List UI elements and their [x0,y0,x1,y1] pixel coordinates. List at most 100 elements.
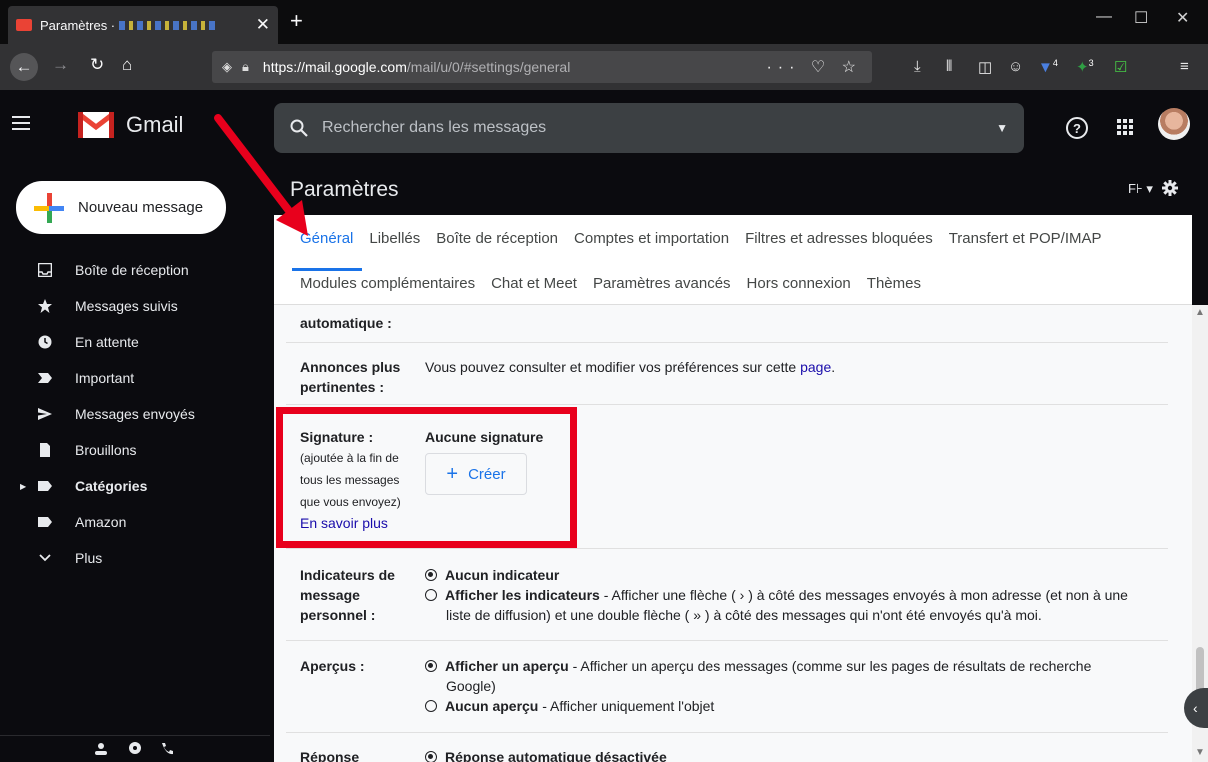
radio-no-preview[interactable]: Aucun aperçu - Afficher uniquement l'obj… [425,696,1165,716]
tab-chat-meet[interactable]: Chat et Meet [491,275,577,292]
setting-label: automatique : [300,315,392,331]
radio-selected-icon [425,660,437,672]
reload-button[interactable]: ↻ [90,55,104,75]
indicator-options: Aucun indicateur Afficher les indicateur… [425,565,1165,625]
setting-row-auto-reply: Réponse Réponse automatique désactivée [286,733,1168,762]
radio-unselected-icon [425,589,437,601]
url-bar[interactable]: ◈ 🔒︎ https://mail.google.com/mail/u/0/#s… [212,51,872,83]
chat-icon[interactable] [128,742,142,756]
search-options-icon[interactable]: ▼ [996,121,1008,135]
sidebar-item-amazon[interactable]: Amazon [0,504,250,540]
ads-page-link[interactable]: page [800,359,831,375]
sidebar-item-inbox[interactable]: Boîte de réception [0,252,250,288]
shield-icon[interactable]: ◈ [222,59,232,75]
tab-title: Paramètres · [40,17,116,33]
main-menu-icon[interactable] [12,116,30,130]
radio-no-indicator[interactable]: Aucun indicateur [425,565,1165,585]
tab-close-icon[interactable]: ✕ [256,15,270,35]
extension-puzzle-icon[interactable]: ✦3 [1076,58,1094,76]
page-title: Paramètres [290,178,399,201]
radio-selected-icon [425,751,437,762]
forward-button[interactable]: → [52,55,69,75]
signature-highlight-box [276,407,577,548]
setting-row-ads: Annonces plus pertinentes : Vous pouvez c… [286,343,1168,405]
tab-forwarding[interactable]: Transfert et POP/IMAP [949,230,1102,247]
setting-label: Indicateurs de message personnel : [300,567,395,623]
minimize-button[interactable]: — [1096,8,1112,26]
browser-tab[interactable]: Paramètres · ✕ [8,6,278,44]
sidebar-item-important[interactable]: Important [0,360,250,396]
star-icon [38,299,52,313]
radio-show-preview[interactable]: Afficher un aperçu - Afficher un aperçu … [425,656,1165,676]
tab-general[interactable]: Général [300,230,353,247]
close-window-button[interactable]: ✕ [1176,8,1189,28]
radio-auto-reply-off[interactable]: Réponse automatique désactivée [425,747,667,762]
ads-description: Vous pouvez consulter et modifier vos pr… [425,359,836,375]
send-icon [38,408,52,420]
phone-icon[interactable] [160,742,174,756]
label-icon [38,517,52,527]
apps-grid-icon[interactable] [1117,119,1133,135]
radio-selected-icon [425,569,437,581]
avatar[interactable] [1158,108,1190,140]
gmail-wordmark[interactable]: Gmail [126,112,183,138]
sidebar-item-starred[interactable]: Messages suivis [0,288,250,324]
new-tab-button[interactable]: + [290,8,303,34]
sidebar-item-snoozed[interactable]: En attente [0,324,250,360]
search-input[interactable] [322,119,922,137]
compose-button[interactable]: Nouveau message [16,181,226,234]
url-text: https://mail.google.com/mail/u/0/#settin… [262,59,571,75]
settings-panel: Général Libellés Boîte de réception Comp… [274,215,1192,762]
contacts-icon[interactable] [94,742,108,756]
setting-label: Aperçus : [300,658,365,674]
setting-row-indicators: Indicateurs de message personnel : Aucun i… [286,549,1168,641]
radio-show-indicators[interactable]: Afficher les indicateurs - Afficher une … [425,585,1165,605]
sidebar-item-drafts[interactable]: Brouillons [0,432,250,468]
tab-advanced[interactable]: Paramètres avancés [593,275,731,292]
library-icon[interactable]: ⫴ [946,58,952,75]
back-button[interactable]: ← [10,53,38,81]
search-bar[interactable]: ▼ [274,103,1024,153]
input-tools-selector[interactable]: F⊦ ▾ [1128,181,1153,197]
search-icon[interactable] [290,119,308,137]
home-button[interactable]: ⌂ [122,55,132,75]
sidebar-nav: Boîte de réception Messages suivis En at… [0,252,250,576]
account-icon[interactable]: ☺ [1008,58,1023,75]
extension-shield-icon[interactable]: ▼4 [1038,58,1058,76]
expand-arrow-icon[interactable]: ▶ [20,482,26,491]
lock-icon[interactable]: 🔒︎ [242,59,249,75]
settings-tabs-row-2: Modules complémentaires Chat et Meet Par… [300,275,921,292]
maximize-button[interactable]: ☐ [1134,8,1148,28]
browser-navbar: ← → ↻ ⌂ ◈ 🔒︎ https://mail.google.com/mai… [0,44,1208,90]
gmail-header: Gmail ▼ ? [0,90,1208,166]
tab-filters[interactable]: Filtres et adresses bloquées [745,230,933,247]
chevron-left-icon: ‹ [1193,700,1198,716]
scroll-down-icon[interactable]: ▼ [1195,747,1205,758]
gear-icon[interactable] [1162,180,1178,196]
tab-offline[interactable]: Hors connexion [747,275,851,292]
setting-row-auto: automatique : [286,305,1168,343]
clock-icon [38,335,52,349]
scroll-up-icon[interactable]: ▲ [1195,307,1205,318]
hamburger-menu-icon[interactable]: ≡ [1180,58,1189,75]
tab-inbox[interactable]: Boîte de réception [436,230,558,247]
url-actions[interactable]: ··· ♡ ☆ [766,57,862,77]
chevron-down-icon [39,554,51,562]
browser-titlebar: Paramètres · ✕ + — ☐ ✕ [0,0,1208,44]
download-icon[interactable]: ⤓ [914,58,921,75]
sidebar-item-more[interactable]: Plus [0,540,250,576]
sidebar-item-categories[interactable]: ▶ Catégories [0,468,250,504]
tab-themes[interactable]: Thèmes [867,275,921,292]
extension-check-icon[interactable]: ☑ [1114,58,1127,76]
sidebar-item-sent[interactable]: Messages envoyés [0,396,250,432]
settings-tabs-row-1: Général Libellés Boîte de réception Comp… [300,230,1102,247]
tab-accounts[interactable]: Comptes et importation [574,230,729,247]
setting-row-previews: Aperçus : Afficher un aperçu - Afficher … [286,641,1168,733]
sidebar-icon[interactable]: ◫ [978,58,992,76]
tab-labels[interactable]: Libellés [369,230,420,247]
radio-unselected-icon [425,700,437,712]
inbox-icon [38,263,52,277]
gmail-logo-icon[interactable] [78,110,114,138]
help-icon[interactable]: ? [1066,117,1088,139]
tab-addons[interactable]: Modules complémentaires [300,275,475,292]
